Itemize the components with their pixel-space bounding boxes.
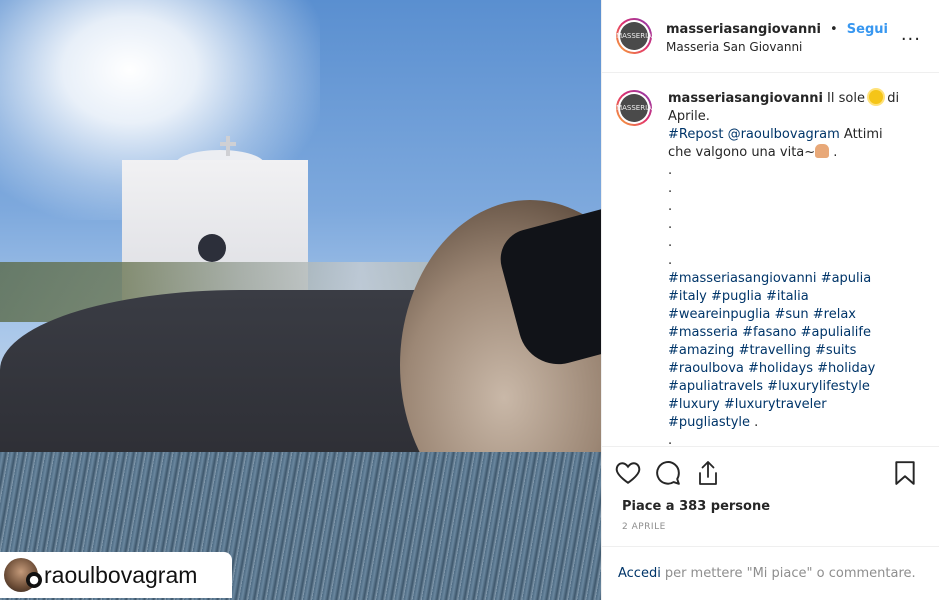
post-photo[interactable]: ● raoulbovagram — [0, 0, 601, 600]
login-prompt-text: per mettere "Mi piace" o commentare. — [664, 566, 916, 581]
avatar-inner: MASSERIA — [616, 20, 652, 52]
hashtag-link[interactable]: #masseriasangiovanni — [668, 271, 817, 286]
hashtag-link[interactable]: #apuliatravels — [668, 379, 763, 394]
more-options-button[interactable]: ... — [901, 24, 921, 45]
brand-logo: MASSERIA — [616, 22, 652, 50]
post-sidebar: MASSERIA masseriasangiovanni • Segui Mas… — [601, 0, 939, 600]
hashtag-link[interactable]: #travelling — [739, 343, 811, 358]
caption-dot: . — [668, 199, 673, 214]
profile-avatar[interactable]: MASSERIA — [616, 18, 652, 54]
hashtag-link[interactable]: #amazing — [668, 343, 734, 358]
chapel-window — [198, 234, 226, 262]
login-link[interactable]: Accedi — [618, 566, 661, 581]
hashtag-link[interactable]: #raoulbova — [668, 361, 744, 376]
hashtag-link[interactable]: #relax — [813, 307, 856, 322]
repost-badge: ● raoulbovagram — [0, 552, 232, 598]
login-prompt: Accedi per mettere "Mi piace" o commenta… — [602, 546, 939, 600]
share-icon[interactable] — [694, 459, 722, 487]
post-location[interactable]: Masseria San Giovanni — [666, 40, 888, 54]
comment-icon[interactable] — [654, 459, 682, 487]
caption-text: masseriasangiovanni Il sole di Aprile. #… — [668, 90, 904, 448]
caption-dot: . — [668, 181, 673, 196]
profile-username[interactable]: masseriasangiovanni — [666, 22, 821, 37]
hashtag-link[interactable]: #apulia — [821, 271, 872, 286]
action-bar: Piace a 383 persone 2 APRILE — [602, 446, 939, 532]
caption-text-part: Il sole — [822, 91, 870, 106]
hashtag-link[interactable]: #holiday — [817, 361, 875, 376]
follow-button[interactable]: Segui — [847, 22, 888, 37]
caption-dot: . — [668, 235, 673, 250]
hashtag-link[interactable]: #puglia — [711, 289, 762, 304]
bookmark-icon[interactable] — [891, 459, 919, 487]
hashtag-link[interactable]: #masseria — [668, 325, 738, 340]
hashtag-link[interactable]: #weareinpuglia — [668, 307, 770, 322]
avatar-inner: MASSERIA — [616, 92, 652, 124]
caption-dot: . — [668, 253, 673, 268]
sun-emoji-icon — [869, 90, 884, 104]
post-date[interactable]: 2 APRILE — [602, 514, 939, 532]
hashtag-list: #masseriasangiovanni #apulia #italy #pug… — [668, 271, 875, 430]
header-text: masseriasangiovanni • Segui Masseria San… — [666, 18, 888, 54]
hashtag-repost[interactable]: #Repost — [668, 127, 723, 142]
caption-avatar[interactable]: MASSERIA — [616, 90, 652, 126]
hashtag-link[interactable]: #italy — [668, 289, 707, 304]
mention-link[interactable]: @raoulbovagram — [728, 127, 840, 142]
hashtag-link[interactable]: #luxury — [668, 397, 720, 412]
caption-dot: . — [668, 217, 673, 232]
user-icon: ● — [26, 572, 42, 588]
pray-emoji-icon — [815, 144, 830, 158]
post-header: MASSERIA masseriasangiovanni • Segui Mas… — [602, 0, 939, 73]
chapel-cross — [226, 136, 230, 156]
hashtag-link[interactable]: #suits — [815, 343, 856, 358]
heart-icon[interactable] — [614, 459, 642, 487]
caption-text-part: . — [750, 415, 759, 430]
hashtag-link[interactable]: #luxurylifestyle — [767, 379, 870, 394]
caption-dot: . — [668, 163, 673, 178]
caption-username[interactable]: masseriasangiovanni — [668, 91, 823, 106]
hashtag-link[interactable]: #pugliastyle — [668, 415, 750, 430]
brand-logo: MASSERIA — [616, 94, 652, 122]
repost-avatar: ● — [4, 558, 42, 592]
hashtag-link[interactable]: #luxurytraveler — [724, 397, 827, 412]
repost-username: raoulbovagram — [44, 561, 198, 588]
likes-count[interactable]: Piace a 383 persone — [602, 489, 939, 514]
action-icons — [602, 447, 939, 489]
chapel-cross-bar — [220, 142, 236, 146]
hashtag-link[interactable]: #fasano — [742, 325, 796, 340]
hashtag-link[interactable]: #sun — [774, 307, 808, 322]
hashtag-link[interactable]: #apulialife — [801, 325, 871, 340]
caption-block: MASSERIA masseriasangiovanni Il sole di … — [616, 90, 926, 448]
hashtag-link[interactable]: #italia — [766, 289, 809, 304]
separator-dot: • — [830, 22, 838, 37]
hashtag-link[interactable]: #holidays — [748, 361, 813, 376]
caption-text-part: . — [829, 145, 838, 160]
